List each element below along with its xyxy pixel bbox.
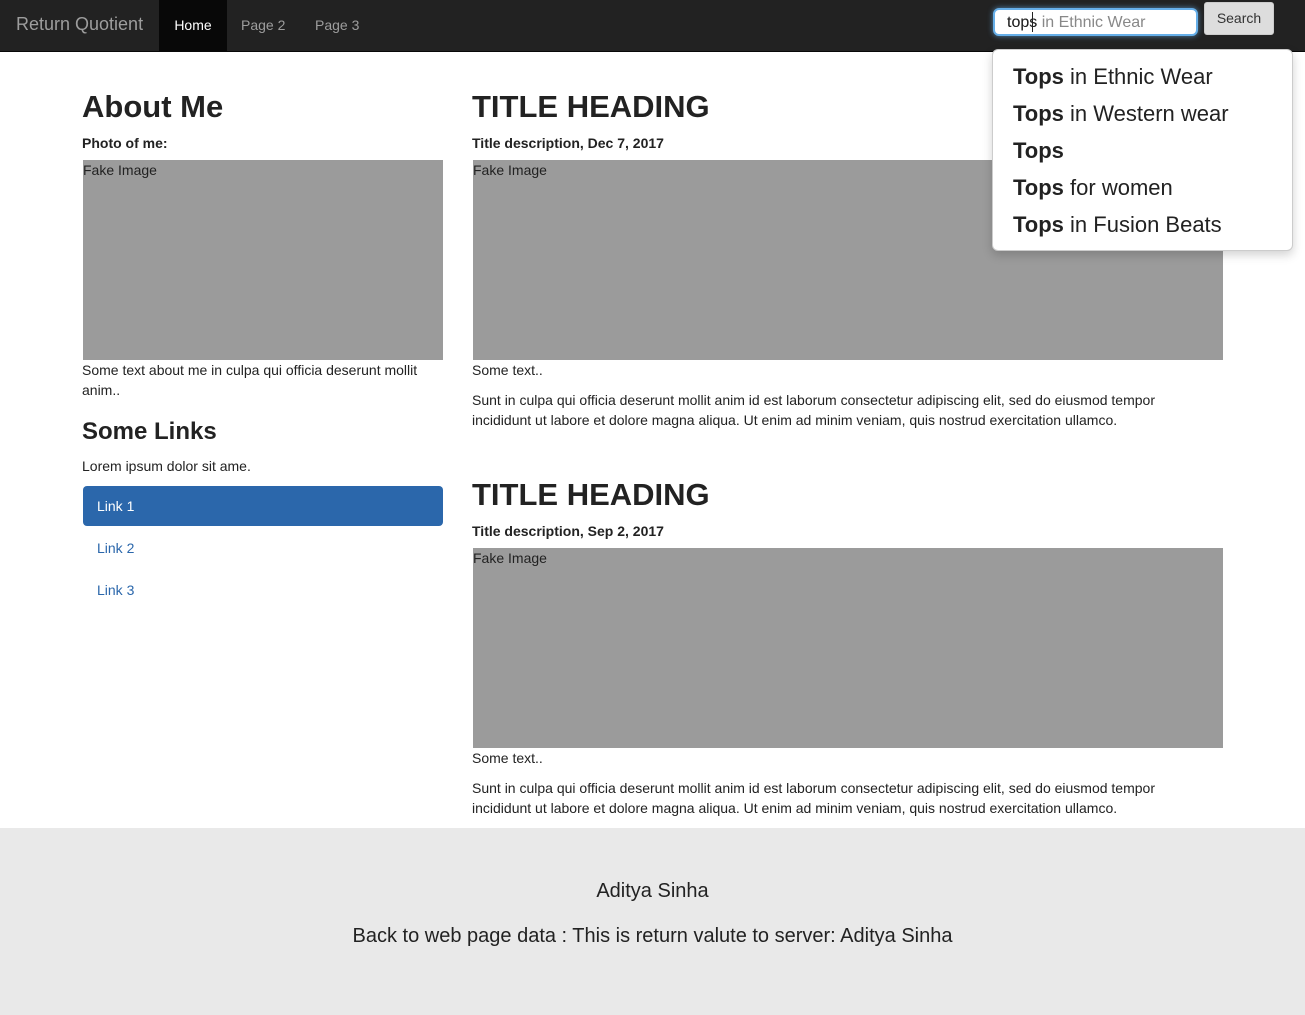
search-input[interactable]: tops in Ethnic Wear tops <box>993 8 1198 36</box>
brand-link[interactable]: Return Quotient <box>16 14 143 35</box>
footer-name: Aditya Sinha <box>596 880 709 902</box>
nav-page-3[interactable]: Page 3 <box>315 0 359 51</box>
suggestion-match: Tops <box>1013 101 1064 126</box>
post-title: TITLE HEADING <box>472 477 710 512</box>
suggestion-rest: for women <box>1063 175 1173 200</box>
suggestion-match: Tops <box>1013 175 1064 200</box>
suggestion-item[interactable]: Tops for women <box>1013 175 1173 201</box>
post-body: Sunt in culpa qui officia deserunt molli… <box>472 780 1155 816</box>
post-body: Sunt in culpa qui officia deserunt molli… <box>472 392 1155 428</box>
image-placeholder-label: Fake Image <box>83 162 157 178</box>
suggestion-match: Tops <box>1013 64 1064 89</box>
post-description: Title description, Dec 7, 2017 <box>472 135 664 151</box>
suggestion-match: Tops <box>1013 138 1064 163</box>
suggestion-item[interactable]: Tops in Fusion Beats <box>1013 212 1222 238</box>
suggestion-match: Tops <box>1013 212 1064 237</box>
post-short-text: Some text.. <box>472 750 543 766</box>
post-short-text: Some text.. <box>472 362 543 378</box>
sidebar-link-3[interactable]: Link 3 <box>97 582 134 598</box>
suggestion-rest: in Fusion Beats <box>1063 212 1222 237</box>
links-heading: Some Links <box>82 418 217 445</box>
post-image-placeholder: Fake Image <box>473 548 1223 748</box>
footer-message: Back to web page data : This is return v… <box>352 925 953 947</box>
profile-image-placeholder: Fake Image <box>83 160 443 360</box>
sidebar-link-1[interactable]: Link 1 <box>83 486 443 526</box>
image-placeholder-label: Fake Image <box>473 162 547 178</box>
nav-home[interactable]: Home <box>159 0 227 51</box>
photo-label: Photo of me: <box>82 135 168 151</box>
suggestion-item[interactable]: Tops <box>1013 138 1064 164</box>
links-intro: Lorem ipsum dolor sit ame. <box>82 458 251 474</box>
sidebar-link-2[interactable]: Link 2 <box>97 540 134 556</box>
search-suggestions-dropdown: Tops in Ethnic Wear Tops in Western wear… <box>992 49 1293 251</box>
text-caret <box>1032 12 1033 32</box>
about-heading: About Me <box>82 89 224 124</box>
nav-page-2[interactable]: Page 2 <box>241 0 285 51</box>
suggestion-item[interactable]: Tops in Western wear <box>1013 101 1229 127</box>
suggestion-rest: in Western wear <box>1063 101 1229 126</box>
suggestion-rest: in Ethnic Wear <box>1063 64 1213 89</box>
suggestion-item[interactable]: Tops in Ethnic Wear <box>1013 64 1213 90</box>
top-navbar: Return Quotient Home Page 2 Page 3 tops … <box>0 0 1305 52</box>
image-placeholder-label: Fake Image <box>473 550 547 566</box>
post-title: TITLE HEADING <box>472 89 710 124</box>
about-text: Some text about me in culpa qui officia … <box>82 362 418 398</box>
search-button[interactable]: Search <box>1204 2 1274 35</box>
footer: Aditya Sinha Back to web page data : Thi… <box>0 828 1305 1015</box>
post-description: Title description, Sep 2, 2017 <box>472 523 664 539</box>
